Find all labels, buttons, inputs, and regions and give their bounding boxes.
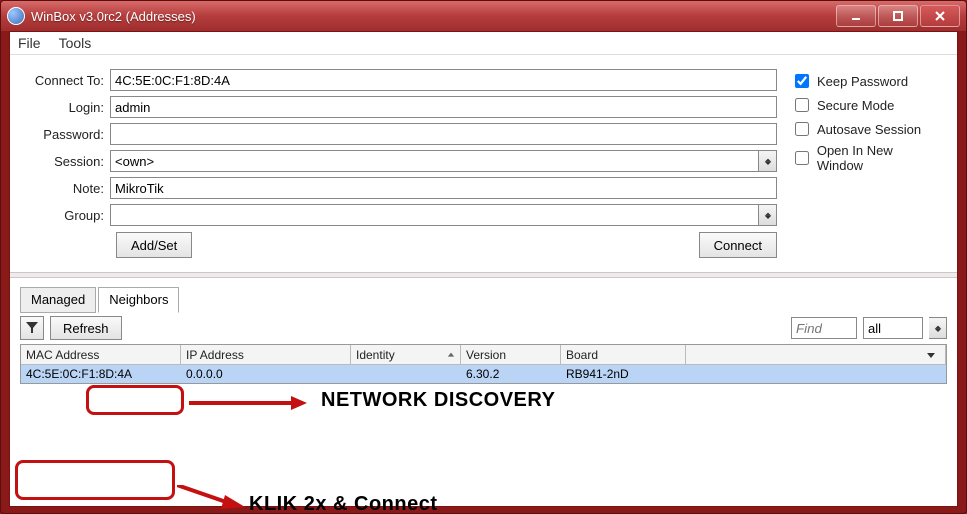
label-group: Group: <box>26 208 110 223</box>
session-input[interactable] <box>110 150 759 172</box>
cell-version: 6.30.2 <box>461 365 561 383</box>
menu-tools[interactable]: Tools <box>59 35 92 51</box>
maximize-button[interactable] <box>878 5 918 27</box>
col-board[interactable]: Board <box>561 345 686 365</box>
new-window-label: Open In New Window <box>817 143 941 173</box>
filter-all-combo[interactable] <box>863 317 923 339</box>
window-title: WinBox v3.0rc2 (Addresses) <box>31 9 196 24</box>
label-note: Note: <box>26 181 110 196</box>
col-menu[interactable] <box>686 345 946 365</box>
secure-mode-checkbox[interactable] <box>795 98 809 112</box>
label-login: Login: <box>26 100 110 115</box>
label-session: Session: <box>26 154 110 169</box>
keep-password-label: Keep Password <box>817 74 908 89</box>
filter-icon[interactable] <box>20 316 44 340</box>
cell-ip: 0.0.0.0 <box>181 365 351 383</box>
app-icon <box>7 7 25 25</box>
connect-button[interactable]: Connect <box>699 232 777 258</box>
group-dropdown-button[interactable] <box>759 204 777 226</box>
secure-mode-label: Secure Mode <box>817 98 894 113</box>
menu-file[interactable]: File <box>18 35 41 51</box>
tab-managed[interactable]: Managed <box>20 287 96 313</box>
titlebar[interactable]: WinBox v3.0rc2 (Addresses) <box>1 1 966 31</box>
refresh-button[interactable]: Refresh <box>50 316 122 340</box>
table-row[interactable]: 4C:5E:0C:F1:8D:4A 0.0.0.0 6.30.2 RB941-2… <box>21 365 946 383</box>
keep-password-checkbox[interactable] <box>795 74 809 88</box>
tab-neighbors[interactable]: Neighbors <box>98 287 179 313</box>
connect-to-input[interactable] <box>110 69 777 91</box>
col-version[interactable]: Version <box>461 345 561 365</box>
new-window-checkbox[interactable] <box>795 151 809 165</box>
close-button[interactable] <box>920 5 960 27</box>
cell-mac: 4C:5E:0C:F1:8D:4A <box>21 365 181 383</box>
neighbor-grid: MAC Address IP Address Identity Version … <box>20 344 947 384</box>
cell-board: RB941-2nD <box>561 365 686 383</box>
col-ip[interactable]: IP Address <box>181 345 351 365</box>
label-connect-to: Connect To: <box>26 73 110 88</box>
filter-all-dropdown[interactable] <box>929 317 947 339</box>
note-input[interactable] <box>110 177 777 199</box>
menubar: File Tools <box>10 32 957 55</box>
login-input[interactable] <box>110 96 777 118</box>
cell-identity <box>351 365 461 383</box>
autosave-checkbox[interactable] <box>795 122 809 136</box>
col-mac[interactable]: MAC Address <box>21 345 181 365</box>
password-input[interactable] <box>110 123 777 145</box>
col-identity[interactable]: Identity <box>351 345 461 365</box>
group-input[interactable] <box>110 204 759 226</box>
add-set-button[interactable]: Add/Set <box>116 232 192 258</box>
session-dropdown-button[interactable] <box>759 150 777 172</box>
autosave-label: Autosave Session <box>817 122 921 137</box>
label-password: Password: <box>26 127 110 142</box>
minimize-button[interactable] <box>836 5 876 27</box>
find-input[interactable] <box>791 317 857 339</box>
